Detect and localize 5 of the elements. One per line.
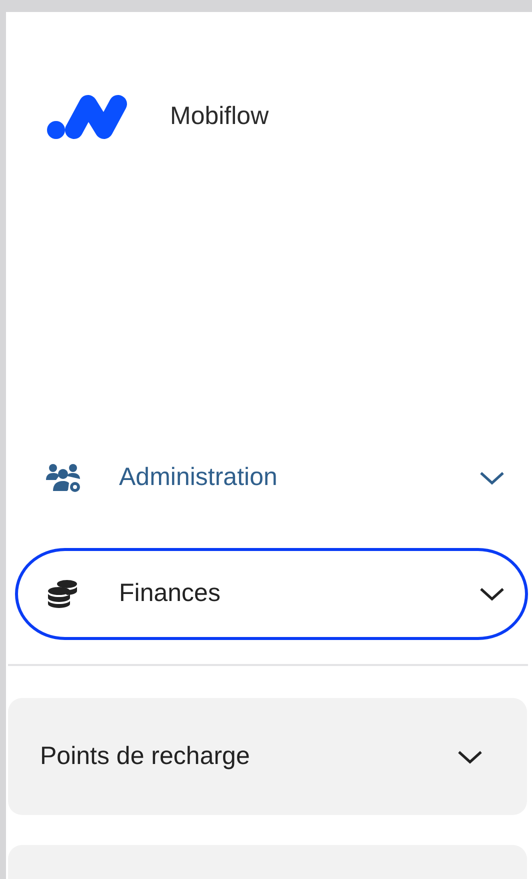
brand-name: Mobiflow	[170, 101, 269, 132]
section-card[interactable]: Points de recharge	[8, 698, 527, 815]
menu-item[interactable]: Finances	[15, 548, 528, 640]
users-gear-icon	[45, 462, 81, 494]
menu-item[interactable]: Administration	[15, 432, 528, 524]
